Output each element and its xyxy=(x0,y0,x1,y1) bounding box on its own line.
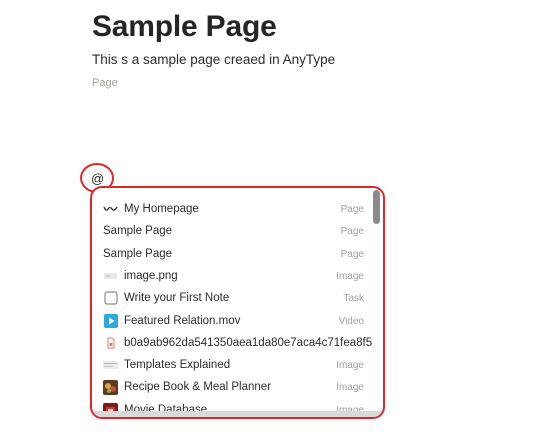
menu-item-recipe-book[interactable]: Recipe Book & Meal Planner Image xyxy=(103,376,367,398)
menu-item-type: Video xyxy=(338,315,364,327)
recipe-thumb-icon xyxy=(103,379,118,395)
horizontal-scrollbar[interactable] xyxy=(92,411,383,417)
menu-item-label: Featured Relation.mov xyxy=(124,315,241,327)
page-title: Sample Page xyxy=(92,10,277,43)
page-type-label[interactable]: Page xyxy=(92,77,118,89)
page-description[interactable]: This s a sample page creaed in AnyType xyxy=(92,52,335,67)
play-icon xyxy=(103,314,118,329)
menu-item-label: My Homepage xyxy=(124,203,199,215)
menu-item-label: b0a9ab962da541350aea1da80e7aca4c71fea8f5 xyxy=(124,337,373,349)
image-thumb-icon xyxy=(103,269,118,284)
menu-item-label: Sample Page xyxy=(103,225,173,237)
checkbox-icon xyxy=(103,291,118,306)
menu-item-image-png[interactable]: image.png Image xyxy=(103,265,367,287)
menu-item-type: Task xyxy=(343,292,364,304)
menu-item-label: image.png xyxy=(124,270,178,282)
menu-item-my-homepage[interactable]: My Homepage Page xyxy=(103,198,367,220)
menu-item-hash-file[interactable]: b0a9ab962da541350aea1da80e7aca4c71fea8f5 xyxy=(103,332,383,354)
wave-icon xyxy=(103,202,118,217)
menu-item-type: Page xyxy=(340,203,364,215)
menu-item-type: Image xyxy=(336,359,364,371)
menu-item-type: Image xyxy=(336,270,364,282)
mention-menu: My Homepage Page Sample Page Page Sample… xyxy=(90,186,385,419)
menu-item-label: Recipe Book & Meal Planner xyxy=(124,381,272,393)
menu-item-sample-page[interactable]: Sample Page Page xyxy=(103,243,367,265)
menu-item-type: Page xyxy=(340,225,364,237)
menu-item-first-note[interactable]: Write your First Note Task xyxy=(103,287,367,309)
menu-item-type: Image xyxy=(336,381,364,393)
menu-item-sample-page[interactable]: Sample Page Page xyxy=(103,220,367,242)
menu-item-featured-relation[interactable]: Featured Relation.mov Video xyxy=(103,310,367,332)
file-icon xyxy=(103,336,118,351)
menu-item-label: Sample Page xyxy=(103,248,173,260)
menu-item-label: Templates Explained xyxy=(124,359,231,371)
menu-item-type: Page xyxy=(340,248,364,260)
menu-item-label: Write your First Note xyxy=(124,292,230,304)
menu-item-templates-explained[interactable]: Templates Explained Image xyxy=(103,354,367,376)
template-thumb-icon xyxy=(103,358,118,373)
menu-scrollbar[interactable] xyxy=(373,190,380,224)
